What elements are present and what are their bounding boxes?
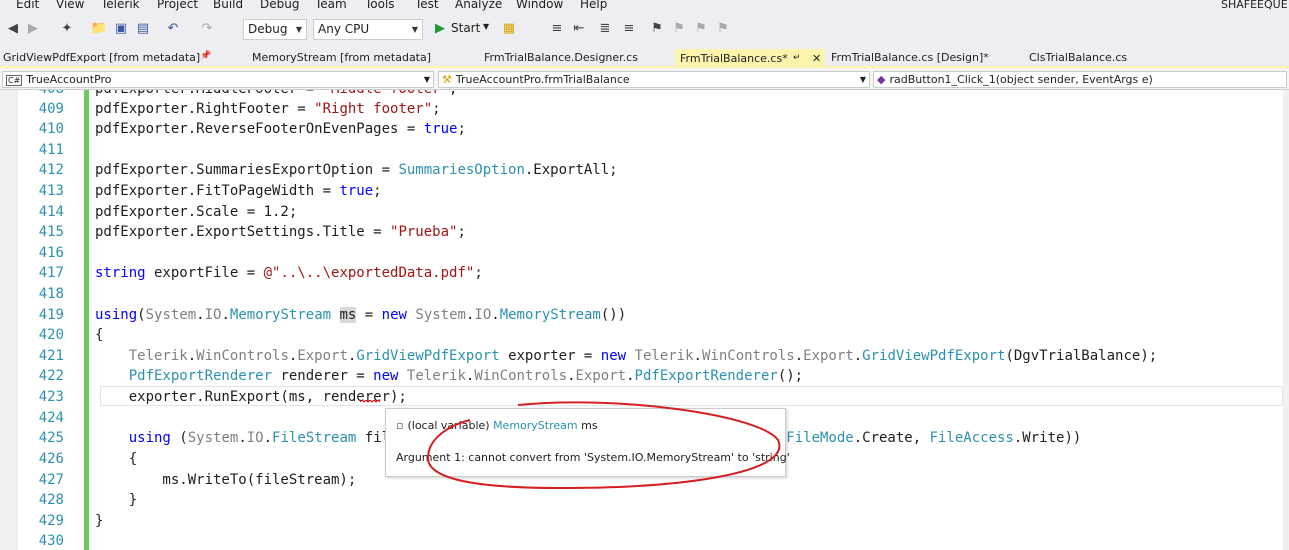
- tooltip-type: MemoryStream: [493, 419, 578, 432]
- chevron-down-icon: ▼: [295, 25, 302, 34]
- pin-icon[interactable]: 📌: [200, 51, 211, 61]
- tooltip-error-message: Argument 1: cannot convert from 'System.…: [396, 451, 790, 464]
- forward-icon[interactable]: ▶: [24, 20, 42, 38]
- code-line: 413 pdfExporter.FitToPageWidth = true;: [38, 183, 382, 199]
- close-icon[interactable]: ✕: [812, 49, 821, 68]
- chevron-down-icon: ▼: [423, 75, 430, 84]
- document-tabs: GridViewPdfExport [from metadata] 📌 Memo…: [0, 45, 1289, 68]
- tab-designer[interactable]: FrmTrialBalance.Designer.cs: [484, 51, 638, 64]
- back-icon[interactable]: ◀: [4, 20, 22, 38]
- menu-view[interactable]: View: [56, 0, 84, 11]
- platform-value: Any CPU: [318, 22, 370, 36]
- code-line: 430: [38, 533, 64, 549]
- save-all-icon[interactable]: ▤: [134, 20, 152, 38]
- tab-memorystream[interactable]: MemoryStream [from metadata]: [252, 51, 431, 64]
- prev-bookmark-icon[interactable]: ⚑: [670, 20, 688, 38]
- open-folder-icon[interactable]: 📁: [90, 20, 108, 38]
- comment-icon[interactable]: ≣: [596, 20, 614, 38]
- code-line: 419 using(System.IO.MemoryStream ms = new…: [38, 307, 627, 323]
- code-line: 421 Telerik.WinControls.Export.GridViewP…: [38, 348, 1158, 364]
- tooltip-prefix: (local variable): [407, 419, 490, 432]
- member-dropdown[interactable]: ◆ radButton1_Click_1(object sender, Event…: [873, 71, 1287, 88]
- platform-dropdown[interactable]: Any CPU ▼: [313, 19, 423, 40]
- code-line: 418: [38, 286, 64, 302]
- menu-edit[interactable]: Edit: [16, 0, 39, 11]
- code-line: 420{: [38, 327, 104, 343]
- code-line: 422 PdfExportRenderer renderer = new Tel…: [38, 368, 804, 384]
- quickinfo-tooltip: ▫ (local variable) MemoryStream ms Argume…: [385, 408, 790, 477]
- pin-icon[interactable]: ↵: [793, 49, 801, 68]
- code-line: 417 string exportFile = @"..\..\exportedD…: [38, 265, 483, 281]
- menu-debug[interactable]: Debug: [260, 0, 299, 11]
- bookmark-icon[interactable]: ⚑: [648, 20, 666, 38]
- clear-bookmarks-icon[interactable]: ⚑: [714, 20, 732, 38]
- method-icon: ◆: [877, 73, 886, 86]
- chevron-down-icon[interactable]: ▼: [483, 22, 489, 31]
- code-line: 410 pdfExporter.ReverseFooterOnEvenPages …: [38, 121, 466, 137]
- class-name: TrueAccountPro.frmTrialBalance: [455, 73, 630, 86]
- code-line: 428 }: [38, 492, 138, 508]
- class-icon: ⚒: [442, 73, 452, 86]
- new-project-icon[interactable]: ✦: [58, 20, 76, 38]
- menu-project[interactable]: Project: [157, 0, 198, 11]
- next-bookmark-icon[interactable]: ⚑: [692, 20, 710, 38]
- member-name: radButton1_Click_1(object sender, EventA…: [889, 73, 1153, 86]
- menu-telerik[interactable]: Telerik: [101, 0, 140, 11]
- save-icon[interactable]: ▣: [112, 20, 130, 38]
- tab-gridviewpdfexport[interactable]: GridViewPdfExport [from metadata]: [3, 51, 200, 64]
- csharp-icon: C#: [6, 75, 23, 86]
- start-button[interactable]: Start: [451, 21, 480, 35]
- code-line: 408pdfExporter.MiddleFooter = "Middle fo…: [0, 90, 1289, 99]
- format-icon[interactable]: ≡: [548, 20, 566, 38]
- chevron-down-icon: ▼: [859, 75, 866, 84]
- tab-design[interactable]: FrmTrialBalance.cs [Design]*: [831, 51, 989, 64]
- local-variable-icon: ▫: [396, 419, 404, 432]
- code-line: 412 pdfExporter.SummariesExportOption = S…: [38, 162, 618, 178]
- config-dropdown[interactable]: Debug ▼: [243, 19, 307, 40]
- code-line: 409 pdfExporter.RightFooter = "Right foot…: [38, 101, 441, 117]
- start-icon[interactable]: ▶: [431, 20, 449, 38]
- code-line: 429}: [38, 513, 104, 529]
- class-dropdown[interactable]: ⚒ TrueAccountPro.frmTrialBalance ▼: [438, 71, 870, 88]
- tab-label: FrmTrialBalance.cs*: [680, 52, 788, 65]
- navigation-bar: C# TrueAccountPro ▼ ⚒ TrueAccountPro.frmTr…: [0, 68, 1289, 90]
- menu-tools[interactable]: Tools: [365, 0, 395, 11]
- indent-icon[interactable]: ⇤: [570, 20, 588, 38]
- code-line: 415 pdfExporter.ExportSettings.Title = "P…: [38, 224, 466, 240]
- project-dropdown[interactable]: C# TrueAccountPro ▼: [2, 71, 434, 88]
- toolbar: ◀ ▶ ✦ 📁 ▣ ▤ ↶ ↷ Debug ▼ Any CPU ▼ ▶ Star…: [0, 13, 1289, 45]
- user-name[interactable]: SHAFEEQUE: [1221, 0, 1288, 11]
- project-name: TrueAccountPro: [26, 73, 112, 86]
- menu-help[interactable]: Help: [580, 0, 607, 11]
- code-line: 423 exporter.RunExport(ms, renderer);: [38, 389, 407, 405]
- menu-team[interactable]: Team: [315, 0, 347, 11]
- config-value: Debug: [248, 22, 288, 36]
- chevron-down-icon: ▼: [411, 25, 418, 34]
- tab-frmtrialbalance-active[interactable]: FrmTrialBalance.cs* ↵ ✕: [675, 49, 825, 68]
- menu-window[interactable]: Window: [516, 0, 563, 11]
- menu-analyze[interactable]: Analyze: [455, 0, 502, 11]
- error-squiggle: [360, 400, 380, 403]
- code-editor[interactable]: 408pdfExporter.MiddleFooter = "Middle fo…: [0, 90, 1289, 550]
- undo-icon[interactable]: ↶: [164, 20, 182, 38]
- menu-build[interactable]: Build: [213, 0, 243, 11]
- menu-test[interactable]: Test: [415, 0, 439, 11]
- tooltip-var: ms: [581, 419, 598, 432]
- code-line: 416: [38, 245, 64, 261]
- code-line: 411: [38, 142, 64, 158]
- redo-icon[interactable]: ↷: [198, 20, 216, 38]
- menu-bar: Edit View Telerik Project Build Debug Te…: [0, 0, 1289, 13]
- code-line: 414 pdfExporter.Scale = 1.2;: [38, 204, 298, 220]
- find-in-files-icon[interactable]: ▦: [500, 20, 518, 38]
- tab-clstrialbalance[interactable]: ClsTrialBalance.cs: [1029, 51, 1127, 64]
- uncomment-icon[interactable]: ≡: [620, 20, 638, 38]
